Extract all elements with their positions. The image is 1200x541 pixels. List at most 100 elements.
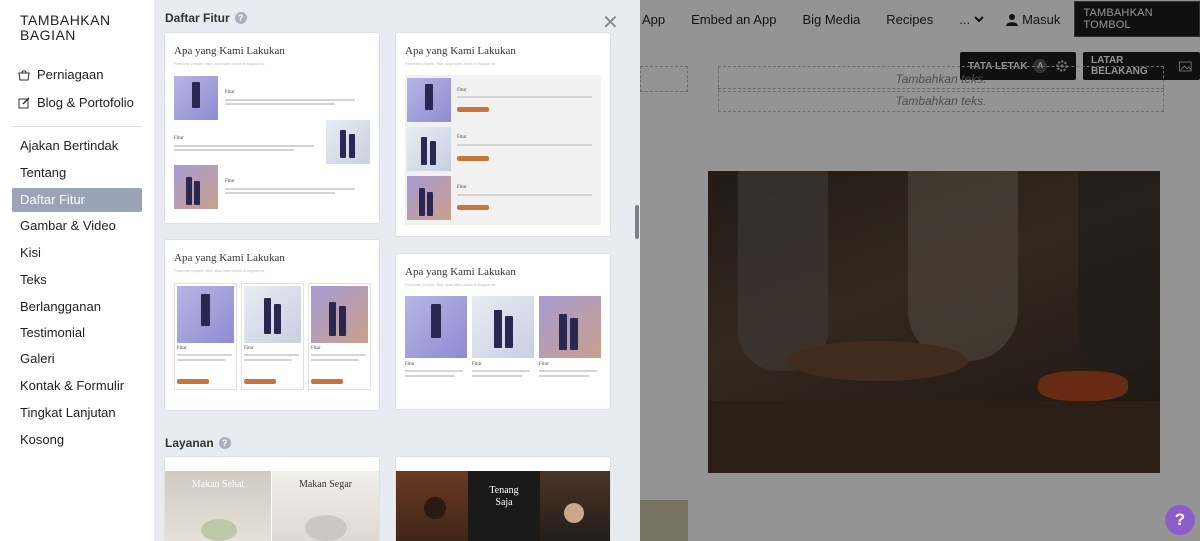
person-head <box>564 503 584 523</box>
card-heading: Apa yang Kami Lakukan <box>405 45 516 57</box>
food-bowl-image <box>201 519 237 541</box>
feature-image <box>407 127 451 171</box>
category-text[interactable]: Teks <box>12 268 142 292</box>
feature-text <box>539 370 597 372</box>
category-feature-list[interactable]: Daftar Fitur <box>12 188 142 212</box>
section-layouts-panel: Daftar Fitur ? ✕ Apa yang Kami Lakukan P… <box>155 0 640 541</box>
feature-title: Fitur <box>244 346 254 351</box>
feature-title: Fitur <box>225 90 235 95</box>
panel-scrollbar[interactable] <box>635 205 639 239</box>
feature-text <box>405 375 455 377</box>
feature-image <box>472 296 534 358</box>
feature-text <box>244 359 292 361</box>
feature-text <box>225 99 355 101</box>
feature-text <box>225 192 335 194</box>
help-fab-button[interactable]: ? <box>1165 505 1195 535</box>
service-title-line: Saja <box>495 497 513 508</box>
sidebar-divider <box>12 126 142 127</box>
feature-text <box>472 370 530 372</box>
feature-title: Fitur <box>472 362 482 367</box>
feature-text <box>244 354 299 356</box>
feature-button <box>177 379 209 384</box>
feature-button <box>457 107 489 112</box>
feature-text <box>174 145 314 147</box>
feature-image <box>311 286 368 343</box>
card-subtext: Pameran proyek, fitur, atau klien Anda d… <box>405 282 497 287</box>
service-label-right: Makan Segar <box>298 479 353 490</box>
service-title: Tenang Saja <box>468 485 540 509</box>
feature-title: Fitur <box>225 179 235 184</box>
category-subscribe[interactable]: Berlangganan <box>12 295 142 319</box>
sidebar-item-label: Perniagaan <box>37 67 104 82</box>
feature-button <box>311 379 343 384</box>
feature-text <box>311 359 359 361</box>
category-contact-form[interactable]: Kontak & Formulir <box>12 374 142 398</box>
feature-text <box>225 188 355 190</box>
feature-button <box>457 156 489 161</box>
help-icon[interactable]: ? <box>218 437 231 449</box>
feature-button <box>244 379 276 384</box>
edit-icon <box>18 96 30 108</box>
feature-title: Fitur <box>457 88 467 93</box>
help-icon[interactable]: ? <box>234 12 247 24</box>
feature-text <box>177 354 232 356</box>
feature-title: Fitur <box>539 362 549 367</box>
feature-text <box>539 375 589 377</box>
section-heading-label: Daftar Fitur <box>165 11 230 25</box>
feature-title: Fitur <box>177 346 187 351</box>
card-heading: Apa yang Kami Lakukan <box>174 252 285 264</box>
sidebar-title: TAMBAHKAN BAGIAN <box>20 12 111 43</box>
section-heading-label: Layanan <box>165 436 214 450</box>
card-subtext: Pameran proyek, fitur, atau klien Anda d… <box>174 61 266 66</box>
layout-card-services-1[interactable]: Makan Sehat Makan Segar <box>165 457 379 541</box>
feature-image <box>407 78 451 122</box>
category-blank[interactable]: Kosong <box>12 428 142 452</box>
feature-text <box>472 375 522 377</box>
category-gallery[interactable]: Galeri <box>12 347 142 371</box>
layout-card-services-2[interactable]: Tenang Saja <box>396 457 610 541</box>
category-advanced[interactable]: Tingkat Lanjutan <box>12 401 142 425</box>
person-head <box>424 497 446 519</box>
feature-image <box>407 176 451 220</box>
food-bowl-image <box>305 515 347 541</box>
card-subtext: Pameran proyek, fitur, atau klien Anda d… <box>405 61 497 66</box>
category-image-video[interactable]: Gambar & Video <box>12 214 142 238</box>
feature-text <box>177 359 225 361</box>
category-about[interactable]: Tentang <box>12 161 142 185</box>
feature-image <box>174 165 218 209</box>
shop-icon <box>18 69 30 80</box>
feature-image <box>244 286 301 343</box>
service-label-left: Makan Sehat <box>191 479 245 490</box>
feature-text <box>311 354 366 356</box>
layout-card-feature-3[interactable]: Apa yang Kami Lakukan Pameran proyek, fi… <box>165 240 379 410</box>
feature-image <box>177 286 234 343</box>
service-title-line: Tenang <box>489 485 519 496</box>
layout-card-feature-1[interactable]: Apa yang Kami Lakukan Pameran proyek, fi… <box>165 33 379 223</box>
feature-title: Fitur <box>174 136 184 141</box>
add-section-sidebar: TAMBAHKAN BAGIAN Perniagaan Blog & Porto… <box>0 0 155 541</box>
feature-title: Fitur <box>457 185 467 190</box>
feature-image <box>539 296 601 358</box>
feature-image <box>174 76 218 120</box>
feature-text <box>457 144 592 146</box>
sidebar-item-blog-portfolio[interactable]: Blog & Portofolio <box>18 95 134 110</box>
feature-title: Fitur <box>405 362 415 367</box>
feature-title: Fitur <box>457 135 467 140</box>
sidebar-item-commerce[interactable]: Perniagaan <box>18 67 104 82</box>
feature-text <box>174 149 294 151</box>
feature-image <box>326 120 370 164</box>
section-heading-services: Layanan ? <box>165 436 231 450</box>
layout-card-feature-4[interactable]: Apa yang Kami Lakukan Pameran proyek, fi… <box>396 254 610 409</box>
section-heading-features: Daftar Fitur ? <box>165 11 247 25</box>
close-icon[interactable]: ✕ <box>602 10 619 34</box>
category-testimonial[interactable]: Testimonial <box>12 321 142 345</box>
feature-text <box>405 370 463 372</box>
category-grid[interactable]: Kisi <box>12 241 142 265</box>
feature-text <box>457 96 592 98</box>
feature-text <box>457 194 592 196</box>
feature-button <box>457 205 489 210</box>
category-call-to-action[interactable]: Ajakan Bertindak <box>12 134 142 158</box>
feature-text <box>225 103 335 105</box>
feature-image <box>405 296 467 358</box>
layout-card-feature-2[interactable]: Apa yang Kami Lakukan Pameran proyek, fi… <box>396 33 610 236</box>
